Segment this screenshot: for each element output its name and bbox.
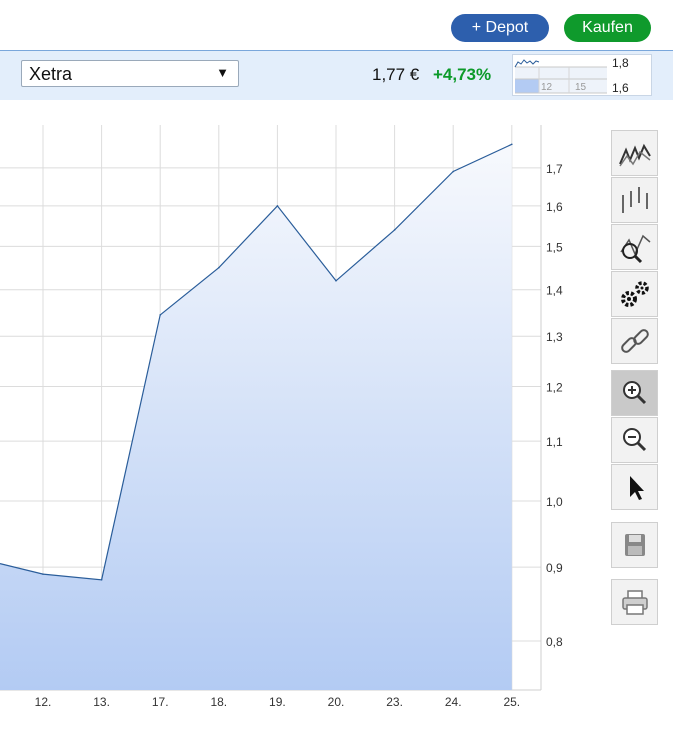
x-tick-label: 13.: [93, 695, 110, 709]
indicator-search-icon: [619, 234, 650, 264]
data-point: [393, 229, 396, 231]
y-tick-label: 1,6: [546, 200, 563, 214]
print-icon: [621, 590, 648, 615]
data-point: [42, 573, 44, 575]
y-tick-label: 1,0: [546, 495, 563, 509]
zoom-out-icon: [622, 428, 646, 452]
x-tick-label: 23.: [386, 695, 403, 709]
settings-button[interactable]: [611, 271, 658, 317]
save-icon: [624, 534, 645, 556]
print-button[interactable]: [611, 579, 658, 625]
line-chart-icon: [618, 143, 651, 167]
top-bar: + Depot Kaufen: [0, 0, 673, 50]
ohlc-chart-icon: [621, 187, 648, 213]
dropdown-arrow-icon: ▼: [216, 65, 229, 80]
y-tick-label: 1,4: [546, 284, 563, 298]
x-tick-label: 25.: [503, 695, 520, 709]
y-tick-label: 0,9: [546, 561, 563, 575]
y-tick-label: 1,3: [546, 330, 563, 344]
data-point: [218, 266, 220, 269]
buy-button[interactable]: Kaufen: [564, 14, 651, 42]
data-point: [511, 143, 513, 146]
exchange-value: Xetra: [29, 64, 73, 84]
data-point: [276, 205, 279, 207]
x-tick-label: 24.: [445, 695, 462, 709]
link-button[interactable]: [611, 318, 658, 364]
data-point: [100, 578, 103, 581]
link-icon: [620, 329, 649, 353]
exchange-select[interactable]: Xetra ▼: [21, 60, 239, 87]
y-tick-label: 1,2: [546, 380, 563, 394]
save-button[interactable]: [611, 522, 658, 568]
x-tick-label: 19.: [269, 695, 286, 709]
zoom-out-button[interactable]: [611, 417, 658, 463]
y-tick-label: 1,7: [546, 162, 563, 176]
settings-gears-icon: [620, 281, 649, 307]
data-point: [452, 170, 455, 173]
indicator-button[interactable]: [611, 224, 658, 270]
pointer-icon: [629, 476, 644, 500]
data-point: [159, 314, 161, 316]
x-tick-label: 12.: [35, 695, 52, 709]
zoom-in-icon: [622, 381, 646, 405]
x-tick-label: 17.: [152, 695, 169, 709]
last-price: 1,77 €: [372, 65, 420, 84]
add-to-depot-button[interactable]: + Depot: [451, 14, 549, 42]
price-area: [0, 144, 512, 691]
x-tick-label: 18.: [210, 695, 227, 709]
price-chart[interactable]: 0,8 0,9 1,0 1,1 1,2 1,3 1,4 1,5 1,6 1,7 12. 13. 17.…: [0, 100, 600, 730]
y-tick-label: 0,8: [546, 635, 563, 649]
line-chart-button[interactable]: [611, 130, 658, 176]
y-tick-label: 1,1: [546, 435, 563, 449]
mini-chart[interactable]: 12 15 1,8 1,6: [512, 54, 652, 96]
y-tick-label: 1,5: [546, 240, 563, 254]
ohlc-chart-button[interactable]: [611, 177, 658, 223]
quote-bar: Xetra ▼ 1,77 € +4,73% 12 15 1,8 1,6: [0, 50, 673, 100]
zoom-in-button[interactable]: [611, 370, 658, 416]
x-tick-label: 20.: [328, 695, 345, 709]
mini-y-label: 1,6: [612, 81, 629, 95]
mini-y-label: 1,8: [612, 56, 629, 70]
data-point: [335, 280, 337, 282]
pointer-button[interactable]: [611, 464, 658, 510]
mini-x-label: 12: [541, 82, 553, 93]
price-chart-svg[interactable]: 0,8 0,9 1,0 1,1 1,2 1,3 1,4 1,5 1,6 1,7 12. 13. 17.…: [0, 100, 600, 725]
mini-x-label: 15: [575, 82, 587, 93]
price-change: +4,73%: [433, 65, 492, 84]
